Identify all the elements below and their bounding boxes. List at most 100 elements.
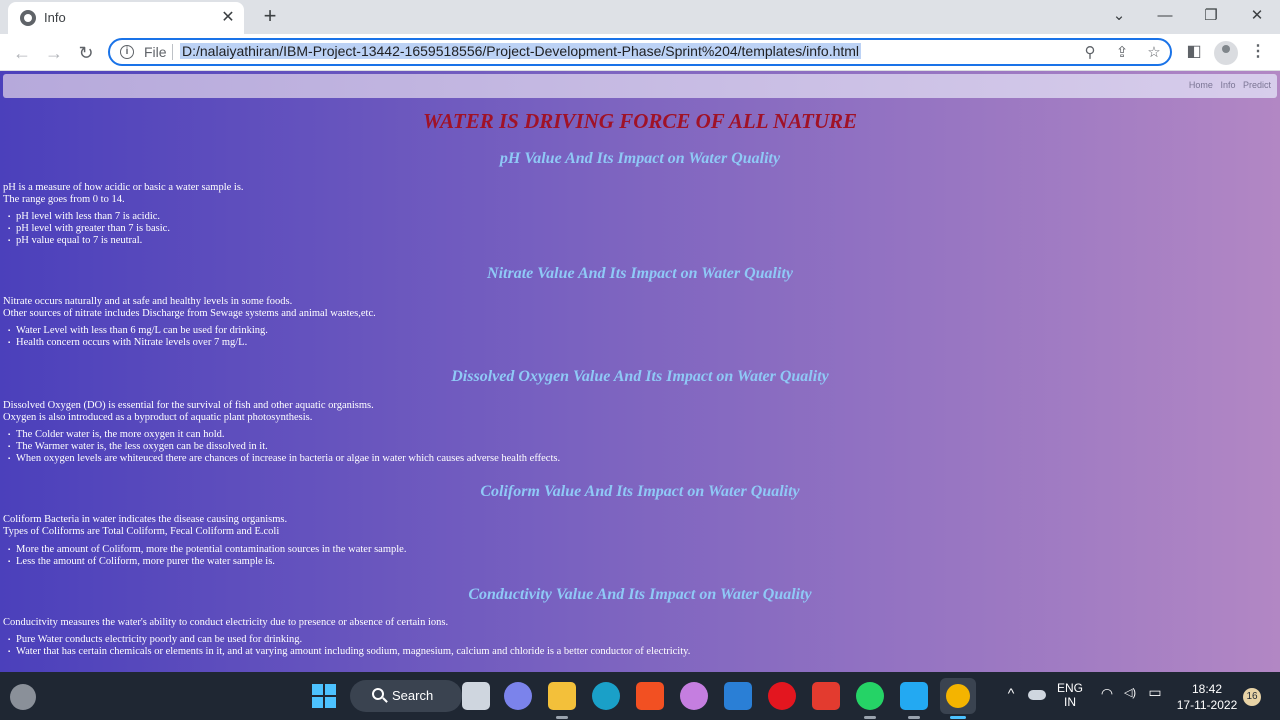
section-paragraph-nitrate: Nitrate occurs naturally and at safe and… [3, 296, 376, 320]
paragraph-line: pH is a measure of how acidic or basic a… [3, 182, 244, 193]
section-heading-conductivity: Conductivity Value And Its Impact on Wat… [468, 586, 812, 603]
new-tab-button[interactable]: + [258, 5, 282, 29]
globe-icon [20, 10, 36, 26]
battery-icon[interactable]: ▭ [1146, 684, 1164, 701]
profile-avatar[interactable] [1214, 41, 1238, 65]
omnibox-divider [172, 44, 173, 60]
microsoft-store-icon[interactable] [636, 682, 664, 710]
list-item: Health concern occurs with Nitrate level… [8, 337, 268, 349]
scheme-label: File [144, 44, 167, 60]
section-heading-ph: pH Value And Its Impact on Water Quality [499, 150, 781, 167]
paragraph-line: Conducitvity measures the water's abilit… [3, 617, 449, 628]
nav-link-info[interactable]: Info [1220, 80, 1235, 90]
clock-date: 17-11-2022 [1176, 698, 1238, 712]
paragraph-line: Types of Coliforms are Total Coliform, F… [3, 526, 280, 537]
chrome-icon [946, 684, 970, 708]
address-bar[interactable]: i File D:/nalaiyathiran/IBM-Project-1344… [108, 38, 1172, 66]
paragraph-line: Coliform Bacteria in water indicates the… [3, 514, 288, 525]
site-info-icon[interactable]: i [120, 45, 134, 59]
running-indicator [864, 716, 876, 719]
whatsapp-icon[interactable] [856, 682, 884, 710]
list-item: pH level with greater than 7 is basic. [8, 223, 170, 235]
paragraph-line: Oxygen is also introduced as a byproduct… [3, 412, 313, 423]
paragraph-line: The range goes from 0 to 14. [3, 194, 125, 205]
close-window-button[interactable]: ✕ [1242, 4, 1272, 28]
section-heading-coliform: Coliform Value And Its Impact on Water Q… [480, 483, 800, 500]
weather-widget-icon[interactable] [10, 684, 36, 710]
paragraph-line: Nitrate occurs naturally and at safe and… [3, 296, 293, 307]
list-item: Less the amount of Coliform, more purer … [8, 556, 406, 568]
media-player-icon[interactable] [680, 682, 708, 710]
search-icon [372, 688, 384, 700]
taskbar-search[interactable]: Search [350, 680, 462, 712]
browser-tab-info[interactable]: Info ✕ [8, 2, 244, 34]
wps-office-icon[interactable] [812, 682, 840, 710]
tray-overflow-chevron-icon[interactable]: ^ [1003, 685, 1019, 701]
url-text[interactable]: D:/nalaiyathiran/IBM-Project-13442-16595… [180, 43, 862, 59]
file-explorer-icon[interactable] [548, 682, 576, 710]
menu-kebab-icon[interactable]: ⋮ [1247, 41, 1269, 63]
notification-badge[interactable]: 16 [1243, 688, 1261, 706]
section-paragraph-conductivity: Conducitvity measures the water's abilit… [3, 617, 448, 629]
list-item: The Warmer water is, the less oxygen can… [8, 441, 560, 453]
list-item: More the amount of Coliform, more the po… [8, 544, 406, 556]
edge-browser-icon[interactable] [592, 682, 620, 710]
bookmark-star-icon[interactable]: ☆ [1144, 43, 1164, 63]
section-heading-dissolved-oxygen: Dissolved Oxygen Value And Its Impact on… [451, 368, 829, 385]
list-item: pH value equal to 7 is neutral. [8, 235, 170, 247]
running-indicator [556, 716, 568, 719]
vscode-icon[interactable] [900, 682, 928, 710]
blue-app-icon[interactable] [724, 682, 752, 710]
share-icon[interactable]: ⇪ [1112, 43, 1132, 63]
list-item: Water that has certain chemicals or elem… [8, 646, 690, 658]
browser-toolbar: ← → ↻ i File D:/nalaiyathiran/IBM-Projec… [0, 34, 1280, 71]
bullet-list-nitrate: Water Level with less than 6 mg/L can be… [8, 325, 268, 349]
windows-start-icon[interactable] [310, 682, 338, 710]
paragraph-line: Other sources of nitrate includes Discha… [3, 308, 376, 319]
tab-title: Info [44, 10, 66, 25]
clock[interactable]: 18:42 17-11-2022 [1174, 681, 1240, 713]
wifi-icon[interactable]: ◠ [1098, 685, 1116, 702]
chrome-active-tile[interactable] [940, 678, 976, 714]
list-item: When oxygen levels are whiteuced there a… [8, 453, 560, 465]
forward-button[interactable]: → [41, 40, 67, 66]
windows-logo-icon [312, 684, 336, 708]
reload-button[interactable]: ↻ [73, 40, 99, 66]
meet-chat-icon[interactable] [504, 682, 532, 710]
volume-icon[interactable]: ◁) [1120, 686, 1140, 699]
site-navbar: Home Info Predict [3, 74, 1277, 98]
list-item: Pure Water conducts electricity poorly a… [8, 634, 690, 646]
page-title: WATER IS DRIVING FORCE OF ALL NATURE [422, 109, 858, 133]
bullet-list-conductivity: Pure Water conducts electricity poorly a… [8, 634, 690, 658]
restore-button[interactable]: ❐ [1196, 4, 1226, 28]
list-item: The Colder water is, the more oxygen it … [8, 429, 560, 441]
side-panel-icon[interactable]: ◧ [1183, 41, 1205, 63]
active-indicator [950, 716, 966, 719]
list-item: pH level with less than 7 is acidic. [8, 211, 170, 223]
section-paragraph-coliform: Coliform Bacteria in water indicates the… [3, 514, 287, 538]
opera-browser-icon[interactable] [768, 682, 796, 710]
tab-search-chevron-icon[interactable]: ⌄ [1104, 4, 1134, 28]
minimize-button[interactable]: — [1150, 4, 1180, 28]
region-code: IN [1064, 695, 1076, 709]
nav-link-predict[interactable]: Predict [1243, 80, 1271, 90]
list-item: Water Level with less than 6 mg/L can be… [8, 325, 268, 337]
bullet-list-dissolved-oxygen: The Colder water is, the more oxygen it … [8, 429, 560, 465]
bullet-list-ph: pH level with less than 7 is acidic. pH … [8, 211, 170, 247]
web-page: Home Info Predict WATER IS DRIVING FORCE… [0, 71, 1280, 672]
running-indicator [908, 716, 920, 719]
zoom-icon[interactable]: ⚲ [1080, 43, 1100, 63]
search-label: Search [392, 688, 434, 703]
taskbar: Search ^ ENG IN ◠ ◁) ▭ 18:42 17-11-2022 … [0, 672, 1280, 720]
nav-link-home[interactable]: Home [1189, 80, 1213, 90]
tab-close-icon[interactable]: ✕ [218, 8, 238, 28]
language-indicator[interactable]: ENG IN [1052, 681, 1088, 709]
tab-strip: Info ✕ + ⌄ — ❐ ✕ [0, 0, 1280, 34]
onedrive-cloud-icon[interactable] [1028, 690, 1046, 700]
section-paragraph-ph: pH is a measure of how acidic or basic a… [3, 182, 244, 206]
site-nav-links: Home Info Predict [1184, 80, 1271, 90]
task-view-icon[interactable] [462, 682, 490, 710]
paragraph-line: Dissolved Oxygen (DO) is essential for t… [3, 400, 374, 411]
language-code: ENG [1056, 681, 1083, 695]
back-button[interactable]: ← [9, 40, 35, 66]
